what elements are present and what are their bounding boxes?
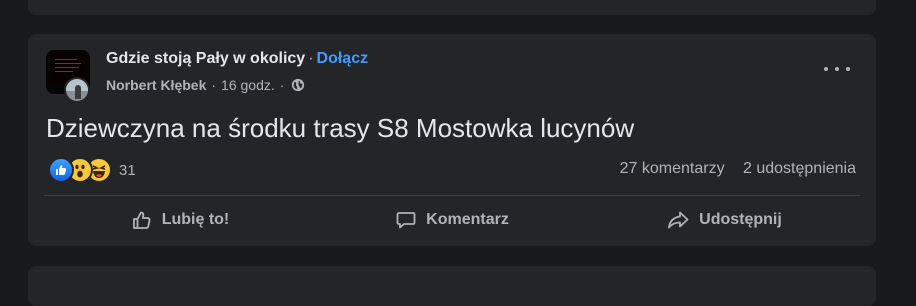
meta-separator-2: ·	[279, 77, 285, 93]
post-timestamp[interactable]: 16 godz.	[221, 77, 275, 93]
author-avatar[interactable]	[64, 77, 90, 103]
more-options-icon[interactable]	[824, 59, 850, 79]
next-post-card	[28, 266, 876, 306]
share-button-label: Udostępnij	[699, 211, 782, 228]
header-separator: ·	[308, 50, 314, 67]
comment-button-label: Komentarz	[426, 211, 509, 228]
like-button[interactable]: Lubię to!	[44, 200, 316, 240]
comment-icon	[396, 212, 416, 229]
share-arrow-icon	[668, 211, 689, 229]
post-header-group: Gdzie stoją Pały w okolicy · Dołącz	[106, 50, 368, 68]
group-avatar[interactable]	[46, 50, 90, 103]
like-button-label: Lubię to!	[161, 211, 230, 228]
comment-button[interactable]: Komentarz	[316, 200, 588, 240]
author-name-link[interactable]: Norbert Kłębek	[106, 77, 206, 93]
like-reaction-icon	[48, 157, 74, 183]
group-name-link[interactable]: Gdzie stoją Pały w okolicy	[106, 50, 305, 67]
share-button[interactable]: Udostępnij	[588, 200, 860, 240]
actions-divider	[44, 195, 860, 196]
globe-icon[interactable]	[291, 78, 305, 92]
post-stats: 27 komentarzy 2 udostępnienia	[620, 160, 856, 178]
reactions-summary[interactable]: 31	[48, 157, 136, 183]
previous-post-card	[28, 0, 876, 15]
shares-count-link[interactable]: 2 udostępnienia	[743, 160, 856, 177]
comments-count-link[interactable]: 27 komentarzy	[620, 160, 725, 177]
post-actions-bar: Lubię to! Komentarz Udostępnij	[44, 200, 860, 240]
reaction-count[interactable]: 31	[119, 162, 136, 179]
thumbs-up-icon	[132, 211, 151, 229]
join-group-link[interactable]: Dołącz	[317, 50, 369, 67]
post-card: Gdzie stoją Pały w okolicy · Dołącz Norber…	[28, 34, 876, 246]
meta-separator: ·	[211, 77, 217, 93]
post-text: Dziewczyna na środku trasy S8 Mostowka l…	[46, 113, 635, 143]
post-meta: Norbert Kłębek · 16 godz. ·	[106, 77, 305, 93]
